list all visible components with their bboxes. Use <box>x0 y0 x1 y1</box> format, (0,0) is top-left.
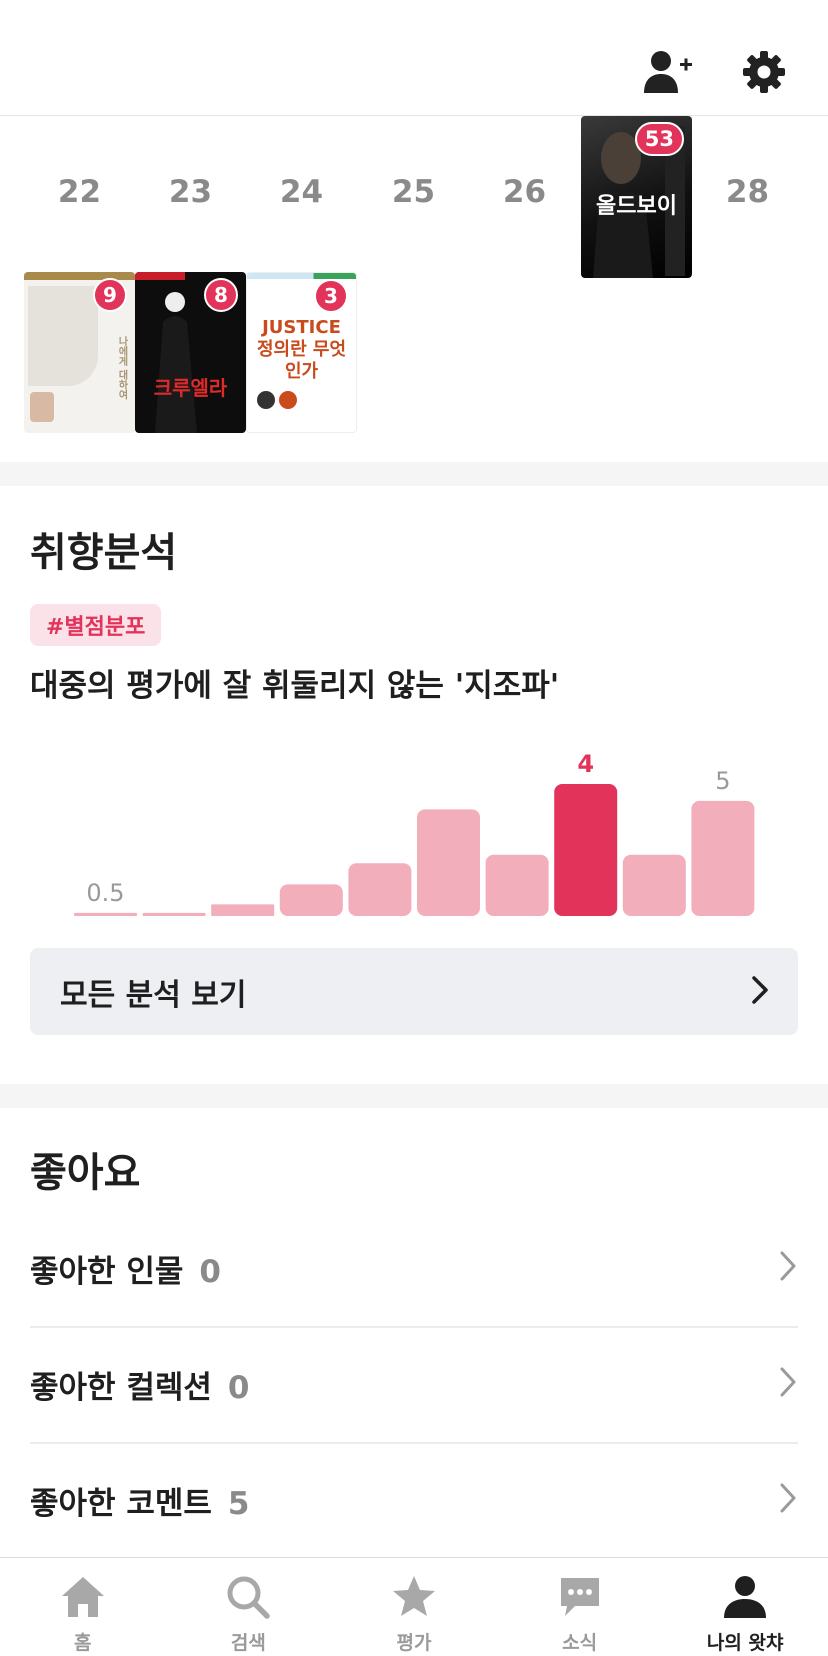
calendar-day[interactable]: 25 <box>358 174 469 210</box>
tab-my-watcha[interactable]: 나의 왓챠 <box>662 1558 828 1656</box>
tab-rate[interactable]: 평가 <box>331 1558 497 1656</box>
view-all-analysis-button[interactable]: 모든 분석 보기 <box>30 948 798 1035</box>
rating-bar-2 <box>279 884 343 916</box>
rating-bar-0.5 <box>74 912 137 916</box>
bottom-tab-bar: 홈 검색 평가 소식 나의 왓챠 <box>0 1557 828 1656</box>
poster-title: JUSTICE 정의란 무엇인가 <box>256 317 347 382</box>
gear-icon[interactable] <box>736 44 792 100</box>
tab-news[interactable]: 소식 <box>497 1558 663 1656</box>
poster-justice[interactable]: JUSTICE 정의란 무엇인가 3 <box>246 272 357 433</box>
rating-distribution-tag[interactable]: #별점분포 <box>30 604 162 646</box>
rating-bar-label: 4 <box>577 750 594 778</box>
poster-title: 나에게 대하여 <box>116 336 127 400</box>
row-count: 0 <box>199 1253 221 1290</box>
person-plus-icon[interactable] <box>640 44 696 100</box>
person-icon <box>722 1574 768 1624</box>
calendar-day[interactable]: 24 <box>246 174 357 210</box>
tab-label: 평가 <box>396 1632 432 1654</box>
chevron-right-icon <box>778 1366 798 1402</box>
search-icon <box>225 1574 271 1624</box>
tab-home[interactable]: 홈 <box>0 1558 166 1656</box>
row-count: 5 <box>227 1485 250 1522</box>
calendar-week-row: 22 23 24 25 26 28 <box>0 116 828 276</box>
rating-bar-2.5 <box>348 863 412 916</box>
rating-bar-4 <box>554 784 618 916</box>
poster-book-1[interactable]: 나에게 대하여 9 <box>24 272 135 433</box>
chat-icon <box>557 1574 603 1624</box>
button-label: 모든 분석 보기 <box>60 977 247 1013</box>
liked-comments-row[interactable]: 좋아한 코멘트 5 <box>30 1442 798 1558</box>
tab-label: 나의 왓챠 <box>706 1632 784 1654</box>
liked-collections-row[interactable]: 좋아한 컬렉션 0 <box>30 1326 798 1442</box>
section-divider <box>0 1084 828 1108</box>
count-badge: 53 <box>634 122 684 156</box>
poster-cruella[interactable]: 크루엘라 8 <box>135 272 246 433</box>
count-badge: 8 <box>204 278 238 312</box>
row-label: 좋아한 컬렉션 <box>30 1369 212 1406</box>
calendar-day[interactable]: 26 <box>469 174 580 210</box>
rating-bar-label: 5 <box>715 767 730 795</box>
tab-search[interactable]: 검색 <box>166 1558 332 1656</box>
liked-people-row[interactable]: 좋아한 인물 0 <box>30 1210 798 1326</box>
rating-bar-label: 0.5 <box>86 879 124 907</box>
row-count: 0 <box>227 1369 250 1406</box>
calendar-day[interactable]: 23 <box>135 174 246 210</box>
taste-section-title: 취향분석 <box>30 530 178 576</box>
count-badge: 9 <box>93 278 127 312</box>
poster-oldboy[interactable]: 올드보이 53 <box>581 116 692 278</box>
count-badge: 3 <box>314 279 348 313</box>
rating-bar-1.5 <box>211 904 275 916</box>
chevron-right-icon <box>778 1250 798 1286</box>
rating-bar-3 <box>417 809 480 916</box>
row-label: 좋아한 코멘트 <box>30 1485 212 1522</box>
chevron-right-icon <box>750 975 770 1009</box>
rating-bar-3.5 <box>485 854 549 916</box>
poster-title: 크루엘라 <box>153 376 228 400</box>
tab-label: 소식 <box>562 1632 598 1654</box>
row-label: 좋아한 인물 <box>30 1253 184 1290</box>
home-icon <box>59 1574 107 1624</box>
poster-title: 올드보이 <box>596 194 677 219</box>
likes-section-title: 좋아요 <box>30 1150 141 1196</box>
rating-bar-4.5 <box>622 854 686 916</box>
rating-bar-1 <box>142 912 206 916</box>
calendar-day[interactable]: 28 <box>692 174 803 210</box>
top-header <box>0 0 828 116</box>
taste-summary: 대중의 평가에 잘 휘둘리지 않는 '지조파' <box>30 668 560 704</box>
rating-distribution-chart: 0.5 4 5 <box>74 750 755 916</box>
chevron-right-icon <box>778 1482 798 1518</box>
star-icon <box>391 1574 437 1624</box>
section-divider <box>0 462 828 486</box>
tab-label: 홈 <box>74 1632 92 1654</box>
rating-bar-5 <box>691 800 755 916</box>
tab-label: 검색 <box>230 1632 266 1654</box>
calendar-day[interactable]: 22 <box>24 174 135 210</box>
